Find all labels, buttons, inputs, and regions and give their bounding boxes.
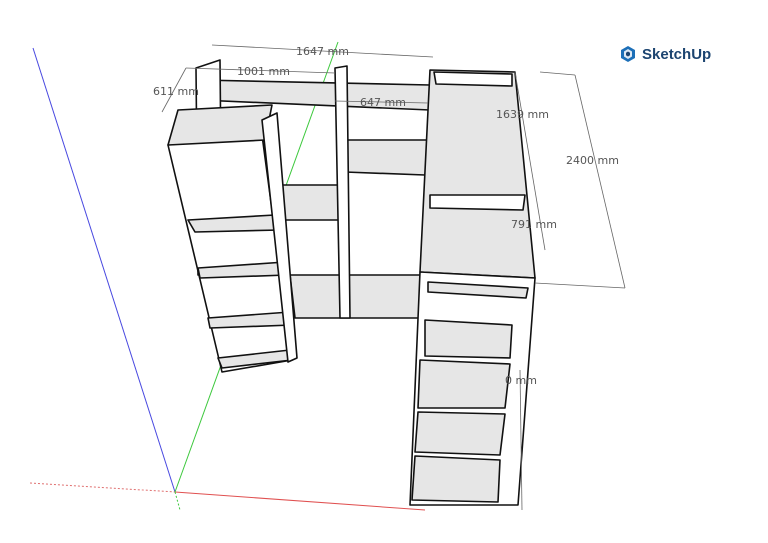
dim-label-right-lower[interactable]: 0 mm xyxy=(505,374,537,387)
dim-label-depth[interactable]: 611 mm xyxy=(153,85,199,98)
dim-label-overall-width[interactable]: 1647 mm xyxy=(296,45,349,58)
right-top-rail[interactable] xyxy=(433,71,513,87)
sketchup-logo: SketchUp xyxy=(619,45,711,63)
back-shelf-3[interactable] xyxy=(279,184,346,221)
right-tower-shelf-2[interactable] xyxy=(417,359,511,409)
right-tower-shelf-3[interactable] xyxy=(414,411,506,456)
green-axis-negative xyxy=(174,491,181,511)
dim-label-right-depth[interactable]: 1639 mm xyxy=(496,108,549,121)
dim-label-height[interactable]: 2400 mm xyxy=(566,154,619,167)
right-tower-bottom-shelf[interactable] xyxy=(411,455,501,503)
left-tower-top-shelf[interactable] xyxy=(167,104,273,146)
dim-label-right-mid[interactable]: 791 mm xyxy=(511,218,557,231)
right-tower-shelf-1[interactable] xyxy=(424,319,513,359)
red-axis xyxy=(174,491,426,511)
back-shelf-2[interactable] xyxy=(344,139,431,176)
blue-axis xyxy=(32,47,176,493)
dim-line-height-2 xyxy=(574,74,626,289)
back-bottom-shelf[interactable] xyxy=(289,274,421,319)
dim-line-height xyxy=(539,71,576,76)
right-mid-frame[interactable] xyxy=(429,194,526,211)
dim-label-left-width[interactable]: 1001 mm xyxy=(237,65,290,78)
dim-label-middle-width[interactable]: 647 mm xyxy=(360,96,406,109)
model-viewport[interactable]: 1647 mm 1001 mm 611 mm 647 mm 1639 mm 24… xyxy=(0,0,768,543)
dim-line-height-3 xyxy=(534,282,626,289)
sketchup-logo-text: SketchUp xyxy=(642,45,712,63)
sketchup-logo-icon xyxy=(621,46,635,62)
red-axis-negative xyxy=(29,482,176,493)
right-top-shelf[interactable] xyxy=(419,69,536,279)
